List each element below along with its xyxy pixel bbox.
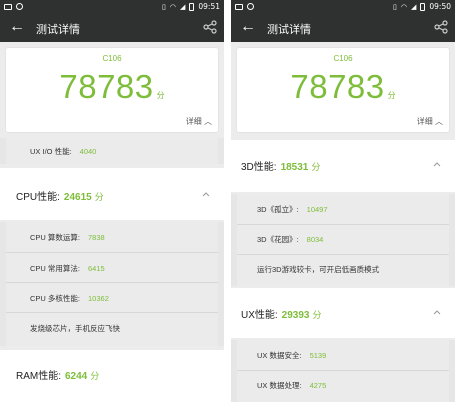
gpu-item-label: 3D《孤立》:	[257, 205, 299, 214]
score-card: C106 78783 分 详细 ︿	[6, 48, 218, 132]
ux-io-label: UX I/O 性能:	[30, 147, 72, 156]
cpu-unit: 分	[94, 192, 104, 202]
status-time: 09:50	[429, 2, 451, 11]
ux-io-row: UX I/O 性能: 4040	[0, 138, 224, 164]
ux-item-value: 4275	[309, 381, 327, 390]
ux-item-label: UX 数据安全:	[257, 351, 302, 360]
cpu-label: CPU性能:	[16, 192, 60, 203]
cpu-item-value: 7838	[88, 233, 105, 242]
gpu-label: 3D性能:	[241, 162, 277, 173]
cpu-item: CPU 常用算法: 6415	[30, 263, 105, 274]
cpu-item: CPU 多核性能: 10362	[30, 293, 109, 304]
gpu-item-label: 3D《花园》:	[257, 235, 299, 244]
cpu-item-label: CPU 算数运算:	[30, 233, 81, 242]
cpu-item: CPU 算数运算: 7838	[30, 232, 105, 243]
score-value: 78783	[59, 68, 154, 105]
ux-section-header[interactable]: UX性能: 29393 分	[231, 288, 455, 338]
detail-label: 详细	[185, 117, 202, 126]
gpu-value: 18531	[280, 162, 309, 173]
chevron-up-icon	[433, 310, 441, 315]
chevron-up-icon	[202, 192, 210, 197]
ram-label: RAM性能:	[16, 371, 61, 382]
cpu-details: CPU 算数运算: 7838 CPU 常用算法: 6415 CPU 多核性能: 103…	[0, 222, 224, 346]
chevron-up-icon: ︿	[435, 117, 443, 126]
cpu-value: 24615	[63, 192, 92, 203]
cpu-item-label: CPU 常用算法:	[30, 264, 81, 273]
battery-icon	[420, 2, 426, 11]
ux-item-label: UX 数据处理:	[257, 381, 302, 390]
wifi-icon: ◠	[400, 3, 407, 11]
ux-value: 29393	[281, 310, 310, 321]
signal-icon: ◢	[179, 3, 186, 11]
total-score: 78783 分	[237, 68, 449, 106]
cpu-item-label: CPU 多核性能:	[30, 294, 81, 303]
back-arrow-icon[interactable]: ←	[239, 18, 257, 36]
ram-unit: 分	[90, 371, 100, 381]
share-icon[interactable]	[202, 19, 218, 35]
device-name: C106	[333, 54, 353, 63]
gpu-section-header[interactable]: 3D性能: 18531 分	[231, 140, 455, 192]
cpu-item-value: 6415	[88, 264, 105, 273]
total-score: 78783 分	[6, 68, 218, 106]
chevron-up-icon: ︿	[204, 117, 212, 126]
signal-icon: ◢	[410, 3, 417, 11]
ux-unit: 分	[312, 310, 322, 320]
wifi-icon: ◠	[169, 3, 176, 11]
ram-section-header[interactable]: RAM性能: 6244 分	[0, 350, 224, 402]
status-bar: ▯ ◠ ◢ 09:51	[0, 0, 224, 14]
cpu-item-value: 10362	[88, 294, 109, 303]
gpu-item: 3D《花园》: 8034	[257, 234, 323, 245]
status-time: 09:51	[198, 2, 220, 11]
cpu-note: 发烧级芯片，手机反应飞快	[30, 324, 120, 333]
score-unit: 分	[156, 91, 165, 100]
chevron-up-icon	[433, 162, 441, 167]
gpu-note: 运行3D游戏较卡，可开启低画质模式	[257, 265, 380, 274]
gpu-unit: 分	[311, 162, 321, 172]
page-title: 测试详情	[267, 24, 311, 36]
status-bar: ▯ ◠ ◢ 09:50	[231, 0, 455, 14]
image-notification-icon	[235, 3, 243, 10]
app-bar: ← 测试详情	[231, 14, 455, 42]
ux-item: UX 数据安全: 5139	[257, 350, 326, 361]
vibrate-icon: ▯	[393, 3, 397, 11]
sync-notification-icon	[247, 3, 254, 10]
cpu-section-header[interactable]: CPU性能: 24615 分	[0, 168, 224, 220]
detail-toggle[interactable]: 详细 ︿	[186, 116, 212, 127]
right-screenshot: ▯ ◠ ◢ 09:50 ← 测试详情 C106 78783 分 详细 ︿ 3D性能…	[231, 0, 455, 402]
ram-value: 6244	[65, 371, 88, 382]
gpu-item: 3D《孤立》: 10497	[257, 204, 328, 215]
detail-toggle[interactable]: 详细 ︿	[417, 116, 443, 127]
battery-icon	[189, 2, 195, 11]
gpu-details: 3D《孤立》: 10497 3D《花园》: 8034 运行3D游戏较卡，可开启低画质…	[231, 194, 455, 286]
detail-label: 详细	[416, 117, 433, 126]
image-notification-icon	[4, 3, 12, 10]
gpu-item-value: 10497	[306, 205, 328, 214]
left-screenshot: ▯ ◠ ◢ 09:51 ← 测试详情 C106 78783 分 详细 ︿ UX I	[0, 0, 224, 402]
score-card: C106 78783 分 详细 ︿	[237, 48, 449, 132]
share-icon[interactable]	[433, 19, 449, 35]
page-title: 测试详情	[36, 24, 80, 36]
ux-details: UX 数据安全: 5139 UX 数据处理: 4275	[231, 340, 455, 402]
ux-item: UX 数据处理: 4275	[257, 380, 326, 391]
gpu-item-value: 8034	[306, 235, 324, 244]
score-value: 78783	[290, 68, 385, 105]
ux-label: UX性能:	[241, 310, 278, 321]
vibrate-icon: ▯	[162, 3, 166, 11]
device-name: C106	[102, 54, 122, 63]
sync-notification-icon	[16, 3, 23, 10]
back-arrow-icon[interactable]: ←	[8, 18, 26, 36]
app-bar: ← 测试详情	[0, 14, 224, 42]
ux-item-value: 5139	[309, 351, 327, 360]
ux-io-value: 4040	[79, 147, 97, 156]
score-unit: 分	[387, 91, 396, 100]
